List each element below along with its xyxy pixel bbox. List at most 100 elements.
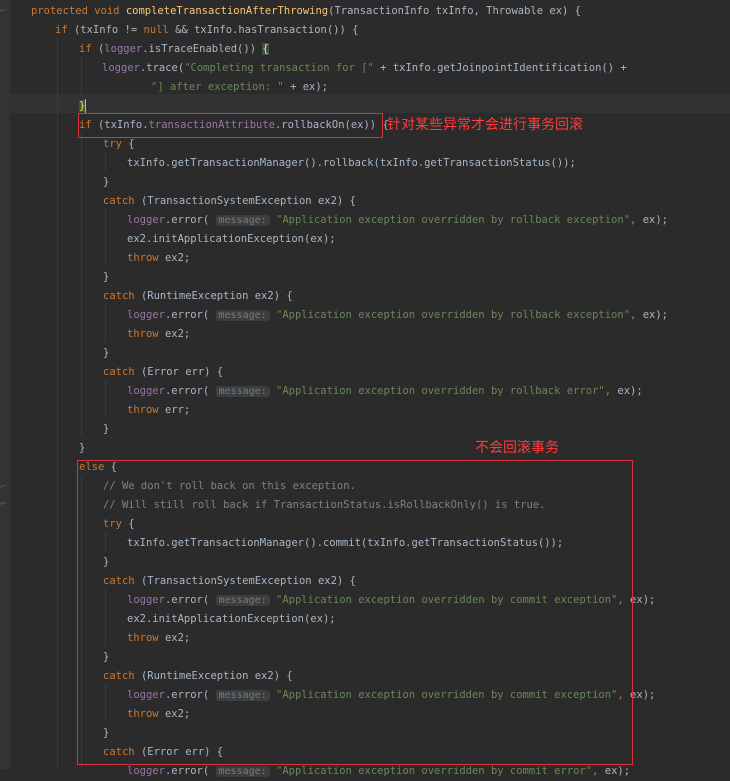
code-token: }: [103, 423, 110, 435]
code-line[interactable]: catch (RuntimeException ex2) {: [103, 287, 293, 306]
code-token: logger: [127, 385, 165, 397]
code-token: ,: [630, 309, 643, 321]
parameter-hint: message:: [215, 766, 270, 777]
code-token: (Error err) {: [140, 366, 224, 378]
code-token: catch: [103, 195, 141, 207]
code-token: .error(: [164, 385, 216, 397]
code-token: catch: [103, 290, 141, 302]
code-token: completeTransactionAfterThrowing: [125, 5, 329, 17]
code-token: && txInfo.hasTransaction()) {: [175, 24, 359, 36]
rollback-condition-highlight-box: [78, 113, 383, 138]
code-token: ex);: [630, 689, 656, 701]
code-token: ex);: [642, 309, 668, 321]
code-token: }: [103, 347, 110, 359]
code-token: (TransactionSystemException ex2) {: [140, 195, 356, 207]
code-token: + txInfo.getJoinpointIdentification() +: [380, 62, 627, 74]
text-caret: [85, 99, 87, 113]
code-token: protected: [31, 5, 95, 17]
code-token: .error(: [164, 309, 216, 321]
code-token: "Application exception overridden by rol…: [276, 385, 605, 397]
code-token: void: [94, 5, 126, 17]
code-token: ex);: [642, 214, 668, 226]
code-token: ex);: [617, 385, 643, 397]
code-line[interactable]: logger.error( message: "Application exce…: [127, 382, 643, 401]
code-token: throw: [127, 404, 165, 416]
code-line[interactable]: throw ex2;: [127, 325, 190, 344]
code-token: logger: [104, 43, 143, 55]
code-line[interactable]: if (logger.isTraceEnabled()) {: [79, 40, 269, 59]
code-token: {: [128, 138, 135, 150]
indent-guide: [81, 133, 82, 437]
code-token: "Completing transaction for [": [184, 62, 381, 74]
code-line[interactable]: if (txInfo != null && txInfo.hasTransact…: [55, 21, 358, 40]
code-token: "] after exception: ": [151, 81, 291, 93]
code-token: "Application exception overridden by rol…: [276, 309, 631, 321]
code-token: .trace(: [139, 62, 185, 74]
code-token: err;: [164, 404, 191, 416]
indent-guide: [105, 304, 106, 342]
fold-marker-icon[interactable]: ⌐: [0, 4, 8, 18]
code-line[interactable]: txInfo.getTransactionManager().rollback(…: [127, 154, 576, 173]
code-token: logger: [127, 765, 165, 777]
code-line[interactable]: }: [103, 344, 109, 363]
code-token: ,: [630, 214, 643, 226]
code-line[interactable]: catch (TransactionSystemException ex2) {: [103, 192, 356, 211]
code-editor: { "editor": { "lines": [ [["kw","protect…: [0, 0, 730, 777]
code-token: (txInfo !=: [73, 24, 144, 36]
parameter-hint: message:: [215, 310, 270, 321]
code-token: if: [79, 43, 98, 55]
code-line[interactable]: ex2.initApplicationException(ex);: [127, 230, 336, 249]
code-token: ex2;: [164, 252, 191, 264]
code-token: txInfo.getTransactionManager().rollback(…: [127, 157, 576, 169]
code-token: "Application exception overridden by com…: [276, 765, 593, 777]
indent-guide: [105, 209, 106, 266]
code-line[interactable]: catch (Error err) {: [103, 363, 223, 382]
code-token: {: [262, 43, 269, 55]
code-line[interactable]: }: [79, 439, 85, 458]
code-line[interactable]: "] after exception: " + ex);: [151, 78, 328, 97]
code-token: ,: [604, 385, 618, 397]
code-token: + ex);: [290, 81, 329, 93]
code-line[interactable]: logger.error( message: "Application exce…: [127, 211, 668, 230]
fold-marker-icon[interactable]: ⌐: [0, 480, 8, 494]
indent-guide: [57, 38, 58, 769]
indent-guide: [105, 152, 106, 171]
code-token: null: [143, 24, 176, 36]
code-token: throw: [127, 252, 165, 264]
fold-marker-icon[interactable]: ⌐: [0, 497, 8, 511]
code-token: ex);: [630, 594, 656, 606]
code-token: if: [55, 24, 74, 36]
code-token: .error(: [164, 765, 216, 777]
else-block-highlight-box: [77, 460, 633, 765]
rollback-annotation: 针对某些异常才会进行事务回滚: [387, 117, 583, 133]
code-line[interactable]: }: [103, 173, 109, 192]
code-line[interactable]: logger.trace("Completing transaction for…: [102, 59, 627, 78]
code-line[interactable]: throw err;: [127, 401, 190, 420]
code-token: ex2;: [164, 328, 191, 340]
code-token: .isTraceEnabled()): [142, 43, 263, 55]
code-line[interactable]: }: [103, 420, 109, 439]
code-line[interactable]: }: [103, 268, 109, 287]
parameter-hint: message:: [215, 215, 270, 226]
code-token: ex2.initApplicationException(ex);: [127, 233, 336, 245]
code-line[interactable]: logger.error( message: "Application exce…: [127, 306, 668, 325]
parameter-hint: message:: [215, 386, 270, 397]
code-token: }: [79, 442, 86, 454]
code-token: catch: [103, 366, 141, 378]
code-token: "Application exception overridden by rol…: [276, 214, 631, 226]
indent-guide: [81, 57, 82, 95]
code-token: ,: [592, 765, 605, 777]
code-token: logger: [127, 214, 165, 226]
code-token: (TransactionInfo txInfo, Throwable ex) {: [328, 5, 581, 17]
code-token: logger: [102, 62, 140, 74]
code-token: (RuntimeException ex2) {: [140, 290, 293, 302]
code-token: }: [103, 176, 110, 188]
editor-gutter: ⌐ ⌐ ⌐: [0, 0, 10, 769]
commit-annotation: 不会回滚事务: [475, 440, 559, 456]
code-token: .error(: [164, 214, 216, 226]
code-token: ex);: [604, 765, 631, 777]
indent-guide: [105, 380, 106, 418]
code-line[interactable]: throw ex2;: [127, 249, 190, 268]
code-token: }: [103, 271, 110, 283]
code-line[interactable]: protected void completeTransactionAfterT…: [31, 2, 581, 21]
